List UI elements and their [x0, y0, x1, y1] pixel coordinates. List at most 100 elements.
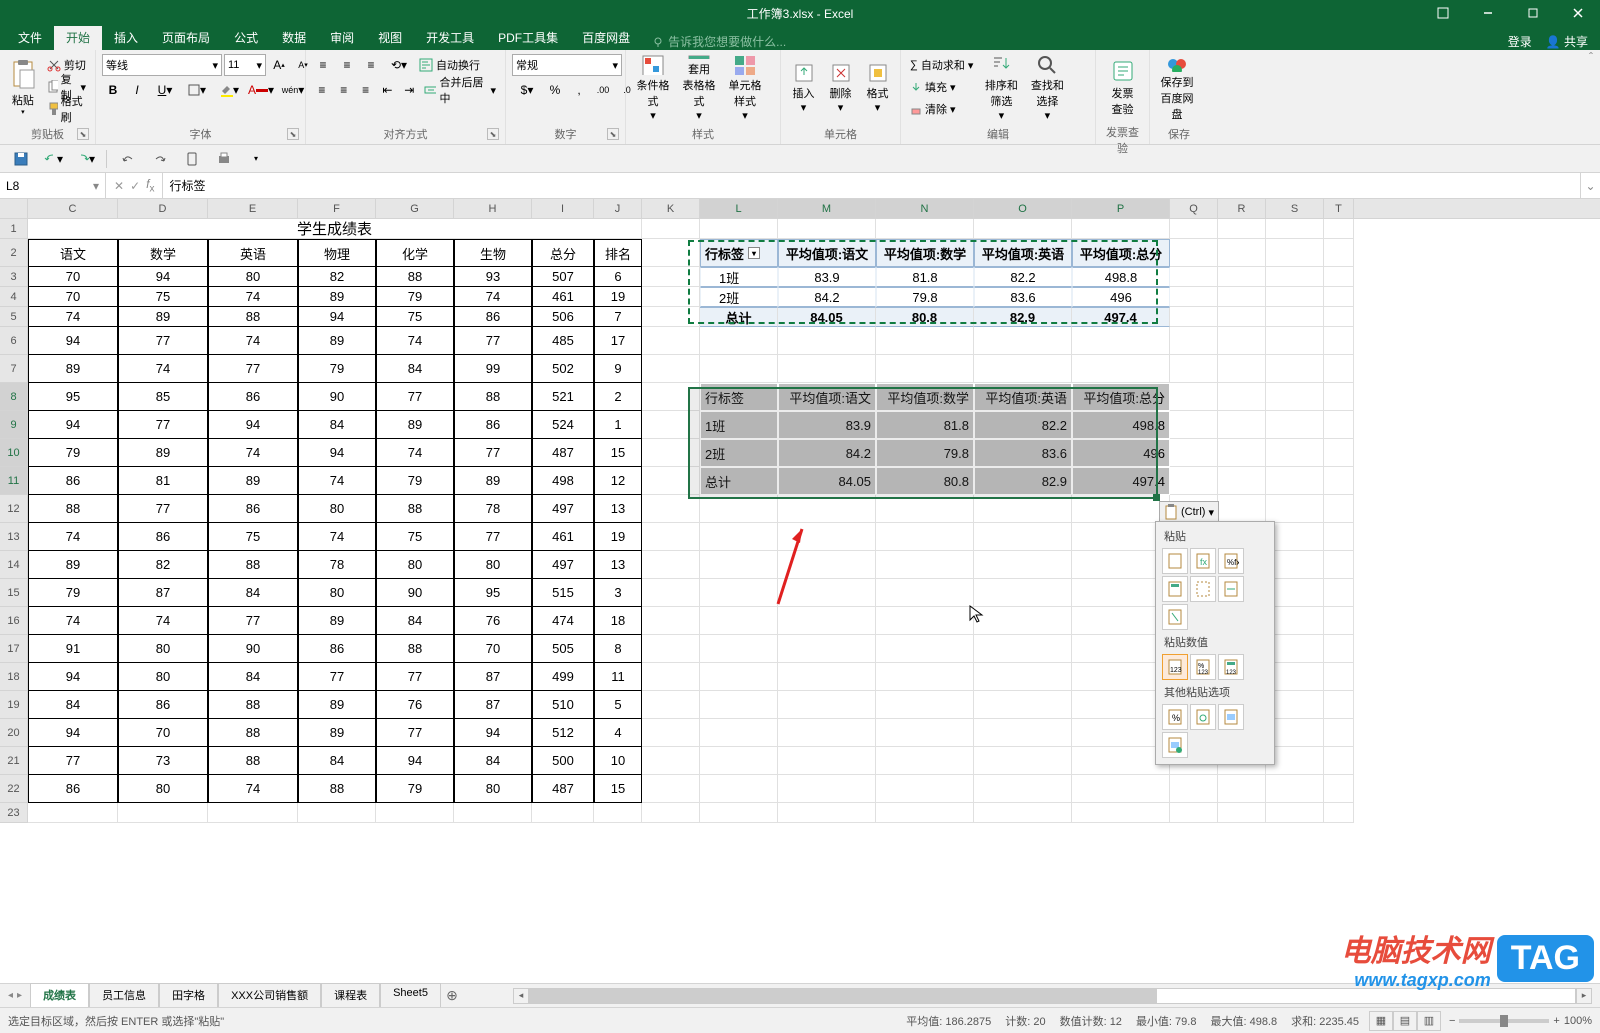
cell[interactable] — [1266, 307, 1324, 327]
cell[interactable] — [700, 551, 778, 579]
cell[interactable] — [1324, 411, 1354, 439]
cell[interactable]: 77 — [376, 663, 454, 691]
cell[interactable] — [1324, 691, 1354, 719]
cell[interactable] — [778, 495, 876, 523]
col-header[interactable]: G — [376, 199, 454, 218]
cell[interactable] — [1324, 579, 1354, 607]
cell[interactable] — [876, 495, 974, 523]
cell[interactable] — [974, 219, 1072, 239]
cell[interactable] — [1266, 267, 1324, 287]
cell[interactable] — [1170, 383, 1218, 411]
currency-icon[interactable]: $▾ — [512, 79, 542, 101]
row-header[interactable]: 16 — [0, 607, 28, 635]
cell[interactable] — [1324, 607, 1354, 635]
cell[interactable] — [1170, 411, 1218, 439]
cell[interactable] — [974, 495, 1072, 523]
cell[interactable] — [778, 719, 876, 747]
cell[interactable]: 75 — [376, 523, 454, 551]
col-header[interactable]: E — [208, 199, 298, 218]
cell[interactable] — [974, 663, 1072, 691]
cell[interactable] — [700, 635, 778, 663]
cell[interactable] — [642, 327, 700, 355]
clear-button[interactable]: 清除 ▾ — [907, 98, 976, 120]
cell[interactable] — [642, 267, 700, 287]
row-header[interactable]: 17 — [0, 635, 28, 663]
cell[interactable]: 9 — [594, 355, 642, 383]
cell[interactable]: 82.9 — [974, 307, 1072, 327]
cell[interactable]: 74 — [208, 287, 298, 307]
cell[interactable]: 505 — [532, 635, 594, 663]
cell[interactable] — [642, 523, 700, 551]
cell[interactable]: 80 — [208, 267, 298, 287]
cell[interactable] — [700, 327, 778, 355]
percent-icon[interactable]: % — [544, 79, 566, 101]
cell[interactable]: 76 — [454, 607, 532, 635]
cell[interactable]: 1 — [594, 411, 642, 439]
cell[interactable]: 89 — [454, 467, 532, 495]
cell[interactable]: 77 — [118, 495, 208, 523]
cell[interactable]: 77 — [454, 439, 532, 467]
sheet-tab[interactable]: 员工信息 — [89, 983, 159, 1010]
redo-icon[interactable]: ▾ — [74, 148, 96, 170]
row-header[interactable]: 5 — [0, 307, 28, 327]
cell[interactable] — [532, 803, 594, 823]
cell[interactable] — [1324, 467, 1354, 495]
cell[interactable] — [700, 747, 778, 775]
cell[interactable] — [1266, 383, 1324, 411]
cell[interactable] — [778, 803, 876, 823]
cell[interactable]: 77 — [28, 747, 118, 775]
cell[interactable]: 13 — [594, 551, 642, 579]
cell[interactable] — [1324, 307, 1354, 327]
cell[interactable] — [1266, 287, 1324, 307]
cell[interactable] — [1324, 439, 1354, 467]
cell[interactable] — [974, 327, 1072, 355]
cell[interactable]: 485 — [532, 327, 594, 355]
cell[interactable]: 497.4 — [1072, 307, 1170, 327]
paste-all-option[interactable] — [1162, 548, 1188, 574]
cell[interactable]: 521 — [532, 383, 594, 411]
cell[interactable] — [1324, 551, 1354, 579]
cell[interactable]: 499 — [532, 663, 594, 691]
cell[interactable] — [1218, 803, 1266, 823]
cell[interactable]: 510 — [532, 691, 594, 719]
col-header[interactable]: M — [778, 199, 876, 218]
cell[interactable] — [642, 219, 700, 239]
horizontal-scrollbar[interactable]: ◂ ▸ — [513, 988, 1592, 1004]
paste-values-source-option[interactable]: 123 — [1218, 654, 1244, 680]
cell[interactable]: 10 — [594, 747, 642, 775]
cell[interactable]: 498 — [532, 467, 594, 495]
sort-filter-button[interactable]: 排序和筛选▾ — [980, 54, 1022, 122]
cell[interactable]: 5 — [594, 691, 642, 719]
merge-button[interactable]: 合并后居中 ▾ — [421, 79, 499, 101]
paste-no-borders-option[interactable] — [1190, 576, 1216, 602]
cell[interactable]: 74 — [376, 327, 454, 355]
row-header[interactable]: 8 — [0, 383, 28, 411]
cell[interactable]: 498.8 — [1072, 411, 1170, 439]
col-header[interactable]: I — [532, 199, 594, 218]
redo-alt-icon[interactable] — [149, 148, 171, 170]
cell[interactable] — [700, 607, 778, 635]
cell[interactable] — [778, 775, 876, 803]
row-header[interactable]: 7 — [0, 355, 28, 383]
cell[interactable]: 74 — [28, 523, 118, 551]
row-header[interactable]: 4 — [0, 287, 28, 307]
cell[interactable] — [1266, 775, 1324, 803]
paste-options-button[interactable]: (Ctrl) ▾ — [1159, 501, 1219, 523]
paste-transpose-option[interactable] — [1162, 604, 1188, 630]
cell[interactable]: 89 — [298, 607, 376, 635]
col-header[interactable]: K — [642, 199, 700, 218]
row-header[interactable]: 23 — [0, 803, 28, 823]
cell[interactable] — [208, 803, 298, 823]
cell[interactable]: 506 — [532, 307, 594, 327]
cell[interactable]: 91 — [28, 635, 118, 663]
cell[interactable] — [1170, 327, 1218, 355]
row-header[interactable]: 2 — [0, 239, 28, 267]
cell[interactable]: 86 — [298, 635, 376, 663]
col-header[interactable]: P — [1072, 199, 1170, 218]
cell[interactable] — [1170, 775, 1218, 803]
cell[interactable] — [1324, 239, 1354, 267]
cell[interactable] — [1266, 219, 1324, 239]
delete-cell-button[interactable]: 删除▾ — [824, 54, 857, 122]
cell[interactable] — [642, 287, 700, 307]
cell[interactable] — [974, 607, 1072, 635]
